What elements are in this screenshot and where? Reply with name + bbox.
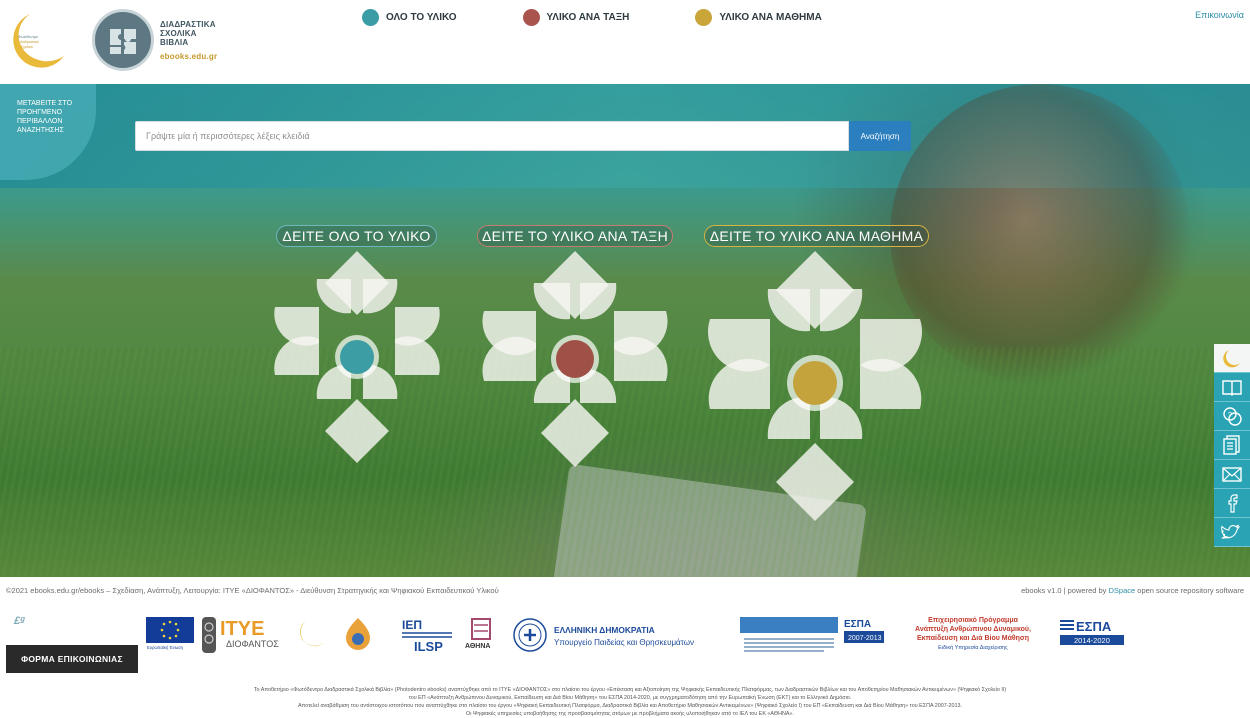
svg-text:Διαδραστικά: Διαδραστικά xyxy=(20,40,39,44)
nav-all-material-label: ΟΛΟ ΤΟ ΥΛΙΚΟ xyxy=(386,12,457,23)
gold-dot-icon xyxy=(695,9,713,26)
flower-center xyxy=(556,340,594,378)
accessibility-drop-logo[interactable] xyxy=(340,612,376,658)
greece-title: ΕΛΛΗΝΙΚΗ ΔΗΜΟΚΡΑΤΙΑ xyxy=(554,625,655,635)
footer-funding-note: Το Αποθετήριο «Φωτόδεντρο Διαδραστικά Σχ… xyxy=(130,686,1130,718)
operational-programme-logo[interactable]: Επιχειρησιακό Πρόγραμμα Ανάπτυξη Ανθρώπι… xyxy=(898,612,1048,658)
brand-url: ebooks.edu.gr xyxy=(160,52,218,61)
svg-text:Σχολικά: Σχολικά xyxy=(21,45,33,49)
search-bar: Αναζήτηση xyxy=(135,121,911,151)
facebook-icon xyxy=(1228,494,1238,513)
social-sidebar: ? xyxy=(1214,344,1250,547)
logo-icon xyxy=(1223,350,1240,368)
book-icon xyxy=(1222,380,1242,396)
espa-label-a: ΕΣΠΑ xyxy=(844,619,871,630)
puzzle-icon xyxy=(110,29,136,54)
eu-label: Ευρωπαϊκή Ένωση xyxy=(147,645,184,650)
iep-ilsp-logo[interactable]: ΙΕΠ ILSP xyxy=(400,612,454,658)
top-navigation: ΟΛΟ ΤΟ ΥΛΙΚΟ ΥΛΙΚΟ ΑΝΑ ΤΑΞΗ ΥΛΙΚΟ ΑΝΑ ΜΑ… xyxy=(362,9,888,26)
books-logo[interactable] xyxy=(92,9,154,71)
nav-by-subject[interactable]: ΥΛΙΚΟ ΑΝΑ ΜΑΘΗΜΑ xyxy=(695,9,822,26)
powered-by-text: ebooks v1.0 | powered by xyxy=(1021,586,1109,595)
all-material-flower-icon[interactable] xyxy=(273,249,441,469)
footnote-line-2: του ΕΠ «Ανάπτυξη Ανθρώπινου Δυναμικού, Ε… xyxy=(408,695,852,701)
diofantos-label: ΔΙΟΦΑΝΤΟΣ xyxy=(226,639,279,649)
sidebar-mail-button[interactable] xyxy=(1214,460,1250,489)
background-photo-girl xyxy=(890,84,1190,384)
nav-by-class-label: ΥΛΙΚΟ ΑΝΑ ΤΑΞΗ xyxy=(546,12,630,23)
red-dot-icon xyxy=(522,9,540,26)
footnote-line-4: Οι Ψηφιακές υπηρεσίες υποβοήθησης της πρ… xyxy=(466,711,794,717)
photodentro-small-logo[interactable] xyxy=(296,612,328,658)
op-line-1: Ανάπτυξη Ανθρώπινου Δυναμικού, xyxy=(915,626,1031,633)
itye-label: ΙΤΥΕ xyxy=(220,618,264,640)
search-input[interactable] xyxy=(135,121,849,151)
greece-ministry: Υπουργείο Παιδείας και Θρησκευμάτων xyxy=(554,638,694,647)
footnote-line-1: Το Αποθετήριο «Φωτόδεντρο Διαδραστικά Σχ… xyxy=(253,687,1007,693)
contact-link[interactable]: Επικοινωνία xyxy=(1195,10,1244,20)
view-all-material-button[interactable]: ΔΕΙΤΕ ΟΛΟ ΤΟ ΥΛΙΚΟ xyxy=(276,225,437,247)
mail-icon xyxy=(1222,467,1242,482)
nav-all-material[interactable]: ΟΛΟ ΤΟ ΥΛΙΚΟ xyxy=(362,9,457,26)
header: Φωτόδεντρο Διαδραστικά Σχολικά ΔΙΑΔΡΑΣΤΙ… xyxy=(0,0,1250,84)
dspace-link[interactable]: DSpace xyxy=(1109,586,1136,595)
advanced-search-line-3: ΠΕΡΙΒΑΛΛΟΝ xyxy=(17,118,63,125)
footer-credit-right: ebooks v1.0 | powered by DSpace open sou… xyxy=(1021,586,1244,595)
op-line-3: Ειδική Υπηρεσία Διαχείρισης xyxy=(938,644,1008,651)
twitter-icon xyxy=(1221,524,1241,539)
footer-credit-left: ©2021 ebooks.edu.gr/ebooks – Σχεδίαση, Α… xyxy=(6,586,499,595)
sidebar-twitter-button[interactable] xyxy=(1214,518,1250,547)
footnote-line-3: Αποτελεί αναβάθμιση του αντίστοιχου ιστο… xyxy=(297,703,963,709)
espa-label-b: ΕΣΠΑ xyxy=(1076,619,1112,634)
espa-years-a: 2007-2013 xyxy=(848,635,882,642)
espa-2007-logo[interactable]: ΕΣΠΑ 2007-2013 xyxy=(738,612,888,658)
espa-years-b: 2014-2020 xyxy=(1074,636,1110,645)
sidebar-facebook-button[interactable] xyxy=(1214,489,1250,518)
teal-dot-icon xyxy=(362,9,379,26)
athina-label: ΑΘΗΝΑ xyxy=(465,643,490,650)
itye-diofantos-logo[interactable]: ΙΤΥΕ ΔΙΟΦΑΝΤΟΣ xyxy=(202,612,292,658)
advanced-search-line-2: ΠΡΟΗΓΜΕΝΟ xyxy=(17,109,63,116)
hellenic-republic-logo[interactable]: ΕΛΛΗΝΙΚΗ ΔΗΜΟΚΡΑΤΙΑ Υπουργείο Παιδείας κ… xyxy=(512,612,702,658)
eu-logo[interactable]: Ευρωπαϊκή Ένωση xyxy=(146,612,194,658)
hero-banner: ΜΕΤΑΒΕΙΤΕ ΣΤΟ ΠΡΟΗΓΜΕΝΟ ΠΕΡΙΒΑΛΛΟΝ ΑΝΑΖΗ… xyxy=(0,84,1250,577)
flower-center xyxy=(340,340,374,374)
photodentro-logo[interactable]: Φωτόδεντρο Διαδραστικά Σχολικά xyxy=(8,8,72,72)
op-title: Επιχειρησιακό Πρόγραμμα xyxy=(928,617,1019,624)
brand-line-3: ΒΙΒΛΙΑ xyxy=(160,38,189,47)
sidebar-help-button[interactable]: ? xyxy=(1214,402,1250,431)
contact-form-button[interactable]: ΦΟΡΜΑ ΕΠΙΚΟΙΝΩΝΙΑΣ xyxy=(6,645,138,673)
document-icon xyxy=(1223,435,1240,455)
es-logo: £ᵍ xyxy=(14,615,25,627)
nav-by-class[interactable]: ΥΛΙΚΟ ΑΝΑ ΤΑΞΗ xyxy=(522,9,630,26)
by-subject-flower-icon[interactable] xyxy=(708,249,922,529)
svg-text:Φωτόδεντρο: Φωτόδεντρο xyxy=(18,35,38,39)
brand-title: ΔΙΑΔΡΑΣΤΙΚΑ ΣΧΟΛΙΚΑ ΒΙΒΛΙΑ ebooks.edu.gr xyxy=(160,20,217,61)
flower-center xyxy=(793,361,837,405)
advanced-search-line-4: ΑΝΑΖΗΤΗΣΗΣ xyxy=(17,127,64,134)
view-by-class-button[interactable]: ΔΕΙΤΕ ΤΟ ΥΛΙΚΟ ΑΝΑ ΤΑΞΗ xyxy=(477,225,673,247)
brand-line-1: ΔΙΑΔΡΑΣΤΙΚΑ xyxy=(160,20,216,29)
search-button[interactable]: Αναζήτηση xyxy=(849,121,911,151)
lsp-label: ILSP xyxy=(414,639,443,654)
sidebar-documents-button[interactable] xyxy=(1214,431,1250,460)
nav-by-subject-label: ΥΛΙΚΟ ΑΝΑ ΜΑΘΗΜΑ xyxy=(719,12,822,23)
view-by-subject-button[interactable]: ΔΕΙΤΕ ΤΟ ΥΛΙΚΟ ΑΝΑ ΜΑΘΗΜΑ xyxy=(704,225,929,247)
help-icon: ? xyxy=(1223,407,1242,426)
athina-logo[interactable]: ΑΘΗΝΑ xyxy=(464,612,498,658)
sponsor-logos: Ευρωπαϊκή Ένωση ΙΤΥΕ ΔΙΟΦΑΝΤΟΣ ΙΕΠ ILSP xyxy=(146,612,1136,658)
iep-label: ΙΕΠ xyxy=(402,618,422,632)
by-class-flower-icon[interactable] xyxy=(482,249,668,469)
sidebar-book-button[interactable] xyxy=(1214,373,1250,402)
repository-software-text: open source repository software xyxy=(1135,586,1244,595)
advanced-search-line-1: ΜΕΤΑΒΕΙΤΕ ΣΤΟ xyxy=(17,100,73,107)
brand-line-2: ΣΧΟΛΙΚΑ xyxy=(160,29,197,38)
op-line-2: Εκπαίδευση και Διά Βίου Μάθηση xyxy=(917,635,1029,642)
espa-2014-logo[interactable]: ΕΣΠΑ 2014-2020 xyxy=(1058,612,1128,658)
sidebar-logo-button[interactable] xyxy=(1214,344,1250,373)
svg-text:?: ? xyxy=(1228,412,1232,419)
